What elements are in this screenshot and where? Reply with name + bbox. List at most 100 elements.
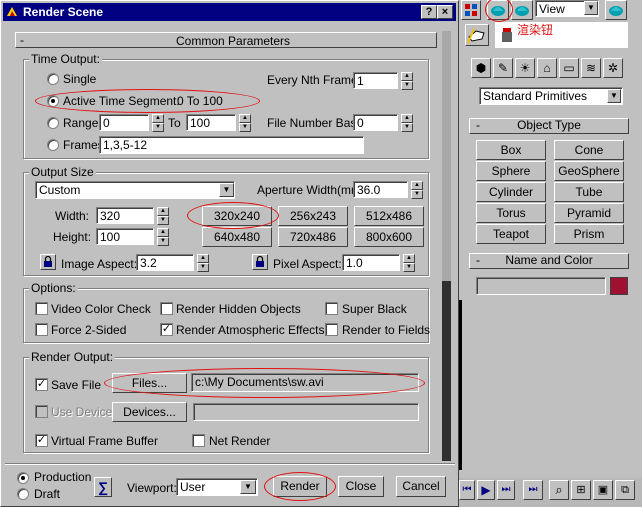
zoom-extents-icon[interactable]: ▣ bbox=[593, 480, 613, 500]
pixel-aspect-field[interactable]: 1.0 bbox=[342, 254, 400, 271]
every-nth-field[interactable]: 1 bbox=[353, 72, 398, 89]
file-number-field[interactable]: 0 bbox=[353, 114, 398, 131]
spacewarps-tab-icon[interactable]: ≋ bbox=[581, 58, 601, 78]
prism-button[interactable]: Prism bbox=[554, 224, 624, 244]
zoom-all-icon[interactable]: ⊞ bbox=[571, 480, 591, 500]
render-last-icon[interactable] bbox=[605, 0, 627, 20]
teapot-icon[interactable] bbox=[499, 26, 515, 46]
collapse-icon[interactable]: - bbox=[20, 33, 24, 47]
common-parameters-rollout[interactable]: - Common Parameters bbox=[15, 32, 437, 48]
next-frame-icon[interactable]: ⏭ bbox=[497, 480, 515, 500]
lock-icon[interactable] bbox=[40, 254, 56, 270]
pixel-lock-icon[interactable] bbox=[252, 254, 268, 270]
height-field[interactable]: 100 bbox=[96, 228, 154, 245]
prev-frame-icon[interactable]: ⏮ bbox=[459, 480, 475, 500]
frames-radio[interactable] bbox=[47, 139, 59, 151]
helpers-tab-icon[interactable]: ▭ bbox=[559, 58, 579, 78]
width-spinner[interactable]: ▲ ▼ bbox=[157, 207, 169, 225]
draft-radio[interactable] bbox=[17, 488, 29, 500]
viewport-chevron-down-icon[interactable]: ▼ bbox=[240, 480, 256, 494]
geosphere-button[interactable]: GeoSphere bbox=[554, 161, 624, 181]
save-file-checkbox[interactable]: ✓ bbox=[35, 378, 48, 391]
preset-512x486-button[interactable]: 512x486 bbox=[354, 206, 424, 226]
pixel-aspect-spinner[interactable]: ▲ ▼ bbox=[403, 254, 415, 272]
viewport-area bbox=[459, 300, 462, 470]
range-from-field[interactable]: 0 bbox=[99, 114, 149, 131]
box-button[interactable]: Box bbox=[476, 140, 546, 160]
view-chevron-down-icon[interactable]: ▼ bbox=[584, 1, 598, 15]
range-to-spinner[interactable]: ▲ ▼ bbox=[239, 114, 251, 132]
help-button[interactable]: ? bbox=[421, 5, 437, 19]
systems-tab-icon[interactable]: ✲ bbox=[603, 58, 623, 78]
cone-button[interactable]: Cone bbox=[554, 140, 624, 160]
bottom-separator bbox=[5, 463, 455, 465]
every-nth-spinner[interactable]: ▲ ▼ bbox=[401, 72, 413, 90]
collapse-icon[interactable]: - bbox=[476, 254, 480, 267]
image-aspect-spinner[interactable]: ▲ ▼ bbox=[197, 254, 209, 272]
render-scene-dialog: Render Scene ? × - Common Parameters Tim… bbox=[0, 0, 459, 507]
video-color-check-checkbox[interactable] bbox=[35, 302, 48, 315]
range-to-field[interactable]: 100 bbox=[186, 114, 236, 131]
force-2sided-checkbox[interactable] bbox=[35, 323, 48, 336]
production-radio[interactable] bbox=[17, 472, 29, 484]
use-device-checkbox[interactable] bbox=[35, 405, 48, 418]
teapot-button[interactable]: Teapot bbox=[476, 224, 546, 244]
close-button[interactable]: Close bbox=[338, 476, 384, 497]
torus-button[interactable]: Torus bbox=[476, 203, 546, 223]
play-icon[interactable]: ▶ bbox=[477, 480, 495, 500]
render-to-fields-checkbox[interactable] bbox=[325, 323, 338, 336]
hand-icon[interactable] bbox=[465, 24, 489, 46]
preset-256x243-button[interactable]: 256x243 bbox=[278, 206, 348, 226]
cameras-tab-icon[interactable]: ⌂ bbox=[537, 58, 557, 78]
aperture-spinner[interactable]: ▲ ▼ bbox=[411, 181, 423, 199]
sphere-button[interactable]: Sphere bbox=[476, 161, 546, 181]
frames-field[interactable]: 1,3,5-12 bbox=[99, 136, 364, 154]
cylinder-button[interactable]: Cylinder bbox=[476, 182, 546, 202]
range-radio[interactable] bbox=[47, 117, 59, 129]
size-preset-dropdown[interactable]: Custom bbox=[35, 181, 235, 199]
image-aspect-field[interactable]: 3.2 bbox=[136, 254, 194, 271]
shapes-tab-icon[interactable]: ✎ bbox=[493, 58, 513, 78]
aperture-field[interactable]: 36.0 bbox=[353, 181, 408, 198]
collapse-icon[interactable]: - bbox=[476, 119, 480, 132]
active-segment-highlight bbox=[35, 89, 260, 113]
swap-icon[interactable]: ∑ bbox=[94, 477, 112, 497]
zoom-icon[interactable]: ⌕ bbox=[549, 480, 569, 500]
file-number-spinner[interactable]: ▲ ▼ bbox=[401, 114, 413, 132]
name-color-label: Name and Color bbox=[505, 253, 593, 267]
tube-button[interactable]: Tube bbox=[554, 182, 624, 202]
preset-640x480-button[interactable]: 640x480 bbox=[202, 227, 272, 247]
goto-end-icon[interactable]: ⏭ bbox=[523, 480, 543, 500]
select-icon[interactable] bbox=[461, 0, 481, 20]
primitives-dropdown[interactable]: Standard Primitives bbox=[479, 87, 623, 105]
render-atmospheric-checkbox[interactable]: ✓ bbox=[160, 323, 173, 336]
title-bar[interactable]: Render Scene ? × bbox=[3, 3, 456, 21]
super-black-checkbox[interactable] bbox=[325, 302, 338, 315]
virtual-frame-buffer-checkbox[interactable]: ✓ bbox=[35, 434, 48, 447]
devices-button[interactable]: Devices... bbox=[112, 402, 187, 422]
object-name-field[interactable] bbox=[476, 277, 606, 295]
width-field[interactable]: 320 bbox=[96, 207, 154, 224]
scrollbar[interactable] bbox=[442, 31, 451, 461]
name-color-rollout-header[interactable]: - Name and Color bbox=[469, 253, 629, 269]
primitives-chevron-down-icon[interactable]: ▼ bbox=[607, 89, 621, 103]
app-icon bbox=[6, 5, 19, 18]
object-color-swatch[interactable] bbox=[610, 277, 628, 295]
render-hidden-checkbox[interactable] bbox=[160, 302, 173, 315]
net-render-checkbox[interactable] bbox=[192, 434, 205, 447]
preset-800x600-button[interactable]: 800x600 bbox=[354, 227, 424, 247]
quick-render-icon[interactable] bbox=[511, 0, 533, 20]
close-window-button[interactable]: × bbox=[437, 5, 453, 19]
scrollbar-thumb[interactable] bbox=[442, 281, 451, 461]
height-spinner[interactable]: ▲ ▼ bbox=[157, 228, 169, 246]
zoom-extents-all-icon[interactable]: ⧉ bbox=[615, 480, 635, 500]
lights-tab-icon[interactable]: ☀ bbox=[515, 58, 535, 78]
object-type-rollout-header[interactable]: - Object Type bbox=[469, 118, 629, 134]
cancel-button[interactable]: Cancel bbox=[396, 476, 446, 497]
geometry-tab-icon[interactable]: ⬢ bbox=[471, 58, 491, 78]
range-from-spinner[interactable]: ▲ ▼ bbox=[152, 114, 164, 132]
single-radio[interactable] bbox=[47, 73, 59, 85]
preset-720x486-button[interactable]: 720x486 bbox=[278, 227, 348, 247]
pyramid-button[interactable]: Pyramid bbox=[554, 203, 624, 223]
chevron-down-icon[interactable]: ▼ bbox=[219, 183, 234, 197]
